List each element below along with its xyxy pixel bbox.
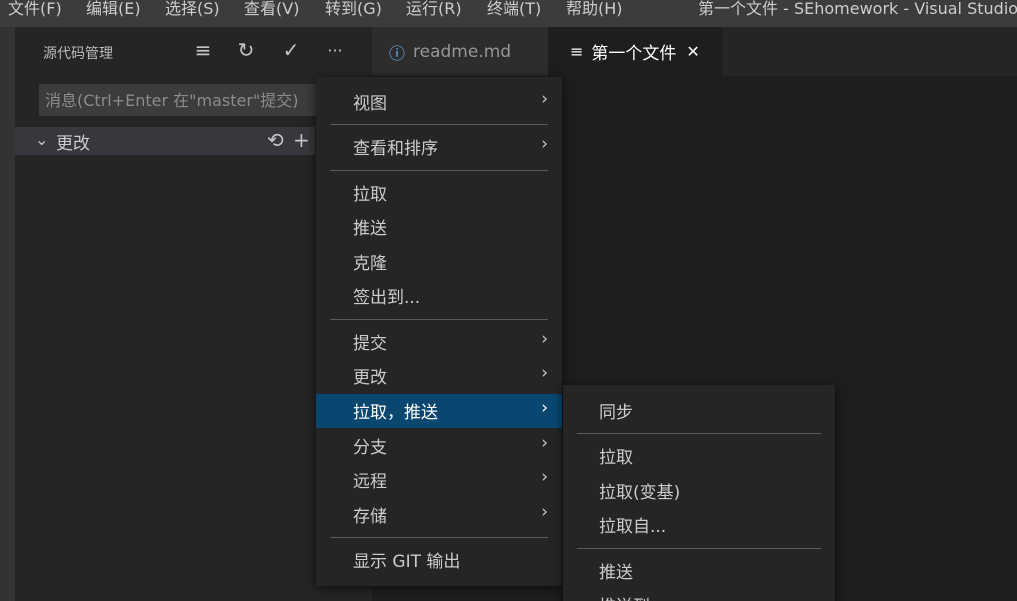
menu-selection[interactable]: 选择(S) — [165, 0, 220, 19]
changes-label: 更改 — [56, 134, 90, 154]
close-icon[interactable]: ✕ — [686, 42, 699, 61]
menu-item-stash[interactable]: 存储 › — [316, 498, 562, 532]
menu-item-changes[interactable]: 更改 › — [316, 359, 562, 393]
chevron-right-icon: › — [541, 398, 548, 418]
menu-terminal[interactable]: 终端(T) — [487, 0, 541, 19]
discard-changes-icon[interactable]: ⟲ — [267, 128, 284, 152]
menu-separator — [330, 170, 548, 171]
menu-separator — [577, 433, 821, 434]
pull-push-submenu: 同步 拉取 拉取(变基) 拉取自... 推送 推送到... — [563, 385, 835, 601]
more-actions-icon[interactable]: ··· — [323, 37, 347, 63]
commit-check-icon[interactable]: ✓ — [279, 37, 303, 63]
chevron-right-icon: › — [541, 89, 548, 109]
chevron-right-icon: › — [541, 502, 548, 522]
menu-bar: 文件(F) 编辑(E) 选择(S) 查看(V) 转到(G) 运行(R) 终端(T… — [0, 0, 1017, 27]
tab-readme[interactable]: ⓘ readme.md — [372, 27, 548, 76]
menu-separator — [330, 537, 548, 538]
info-icon: ⓘ — [389, 43, 406, 63]
tab-label: 第一个文件 — [591, 44, 677, 64]
stage-all-icon[interactable]: + — [293, 128, 310, 152]
commit-message-input[interactable] — [39, 84, 329, 116]
chevron-right-icon: › — [541, 329, 548, 349]
submenu-item-pull-from[interactable]: 拉取自... — [563, 508, 835, 542]
menu-edit[interactable]: 编辑(E) — [86, 0, 141, 19]
menu-item-view[interactable]: 视图 › — [316, 85, 562, 119]
editor-tab-bar: ⓘ readme.md ≡ 第一个文件 ✕ — [372, 27, 1017, 76]
submenu-item-pull[interactable]: 拉取 — [563, 439, 835, 473]
menu-item-remote[interactable]: 远程 › — [316, 463, 562, 497]
submenu-item-sync[interactable]: 同步 — [563, 394, 835, 428]
submenu-item-push[interactable]: 推送 — [563, 554, 835, 588]
menu-separator — [330, 124, 548, 125]
menu-item-show-git-output[interactable]: 显示 GIT 输出 — [316, 543, 562, 577]
menu-file[interactable]: 文件(F) — [8, 0, 62, 19]
view-as-tree-icon[interactable]: ≡ — [191, 37, 215, 63]
menu-item-pull-push[interactable]: 拉取，推送 › — [316, 394, 562, 428]
chevron-right-icon: › — [541, 433, 548, 453]
menu-run[interactable]: 运行(R) — [406, 0, 462, 19]
menu-item-pull[interactable]: 拉取 — [316, 176, 562, 210]
menu-go[interactable]: 转到(G) — [325, 0, 382, 19]
tab-label: readme.md — [413, 41, 512, 62]
changes-group-header[interactable]: ⌄ 更改 ⟲ + — [15, 127, 315, 155]
window-title: 第一个文件 - SEhomework - Visual Studio Code — [698, 0, 1017, 18]
chevron-down-icon: ⌄ — [35, 130, 49, 149]
chevron-right-icon: › — [541, 134, 548, 154]
submenu-item-push-to[interactable]: 推送到... — [563, 588, 835, 601]
menu-view[interactable]: 查看(V) — [244, 0, 299, 19]
submenu-item-pull-rebase[interactable]: 拉取(变基) — [563, 474, 835, 508]
menu-help[interactable]: 帮助(H) — [566, 0, 623, 19]
menu-item-clone[interactable]: 克隆 — [316, 245, 562, 279]
menu-separator — [577, 548, 821, 549]
menu-item-view-sort[interactable]: 查看和排序 › — [316, 130, 562, 164]
menu-item-branch[interactable]: 分支 › — [316, 429, 562, 463]
more-actions-menu: 视图 › 查看和排序 › 拉取 推送 克隆 签出到... 提交 › 更改 › 拉… — [316, 77, 562, 586]
sidebar-title: 源代码管理 — [43, 46, 113, 62]
menu-item-commit[interactable]: 提交 › — [316, 325, 562, 359]
chevron-right-icon: › — [541, 363, 548, 383]
file-lines-icon: ≡ — [570, 42, 584, 61]
menu-item-checkout[interactable]: 签出到... — [316, 279, 562, 313]
chevron-right-icon: › — [541, 467, 548, 487]
refresh-icon[interactable]: ↻ — [234, 37, 258, 63]
tab-first-file[interactable]: ≡ 第一个文件 ✕ — [548, 27, 722, 76]
menu-item-push[interactable]: 推送 — [316, 210, 562, 244]
activity-bar — [0, 27, 15, 601]
menu-separator — [330, 319, 548, 320]
